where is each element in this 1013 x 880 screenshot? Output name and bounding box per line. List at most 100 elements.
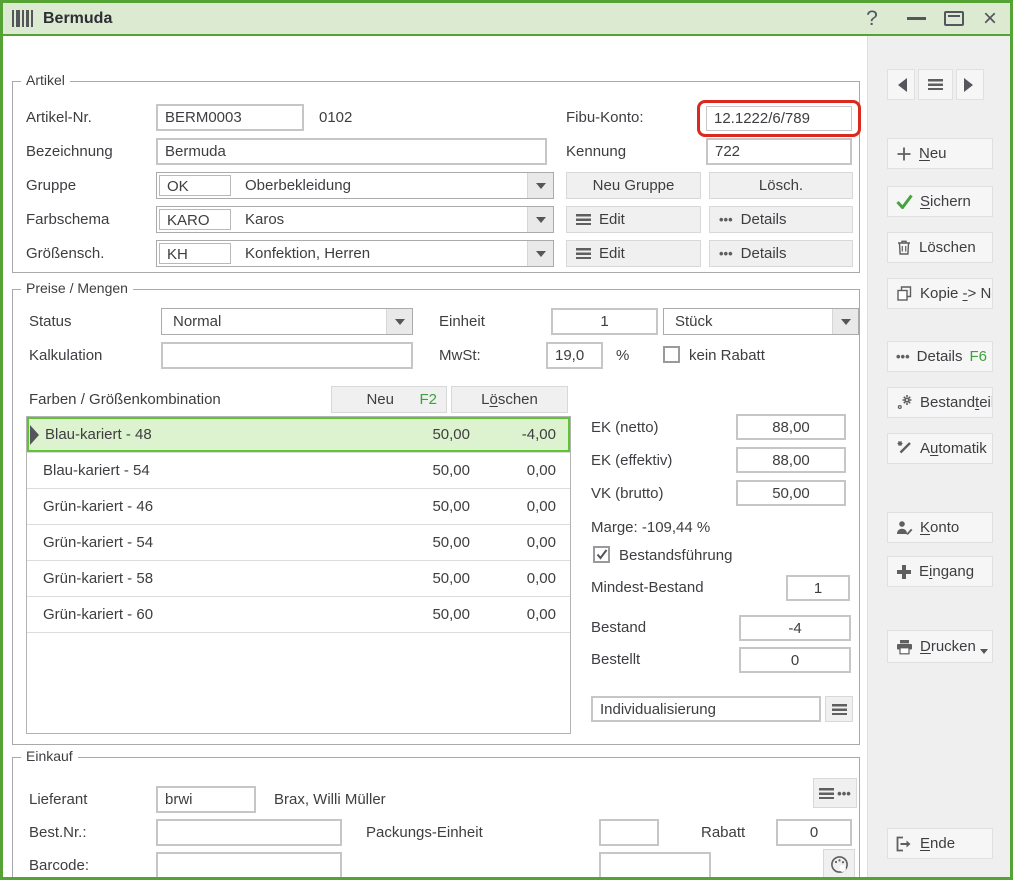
bestand-input[interactable]	[739, 615, 851, 641]
dots-icon: •••	[719, 212, 733, 227]
chevron-down-icon[interactable]	[386, 309, 412, 334]
details-farbschema-button[interactable]: •••Details	[709, 206, 853, 233]
details-groessensch-button[interactable]: •••Details	[709, 240, 853, 267]
kein-rabatt-checkbox[interactable]	[663, 346, 680, 363]
loesch-gruppe-button[interactable]: Lösch.	[709, 172, 853, 199]
bestand-label: Bestand	[591, 614, 646, 641]
exit-icon	[896, 836, 913, 852]
kombination-loeschen-button[interactable]: Löschen	[451, 386, 568, 413]
gruppe-combobox[interactable]: OK Oberbekleidung	[156, 172, 554, 199]
window-title: Bermuda	[43, 10, 112, 28]
ek-netto-input[interactable]	[736, 414, 846, 440]
einheit-unit-combobox[interactable]: Stück	[663, 308, 859, 335]
nav-list-button[interactable]	[918, 69, 953, 100]
kennung-label: Kennung	[566, 138, 626, 165]
dots-icon: •••	[837, 786, 851, 801]
farbschema-code: KARO	[159, 209, 231, 230]
details-button[interactable]: ••• Details F6	[887, 341, 993, 372]
row-price: 50,00	[390, 453, 470, 489]
bezeichnung-input[interactable]	[156, 138, 547, 165]
bestnr-input[interactable]	[156, 819, 342, 846]
menu-bars-icon	[576, 248, 591, 259]
packungs-einheit-input[interactable]	[599, 819, 659, 846]
close-icon[interactable]: ×	[973, 3, 1007, 34]
row-name: Grün-kariert - 58	[43, 561, 153, 597]
ek-effektiv-input[interactable]	[736, 447, 846, 473]
zusatz-input[interactable]	[599, 852, 711, 879]
help-button[interactable]: ?	[855, 3, 889, 34]
einheit-unit-value: Stück	[675, 313, 713, 330]
fibu-konto-input[interactable]	[706, 106, 852, 131]
kopie-neu-button[interactable]: Kopie -> Neu	[887, 278, 993, 309]
individualisierung-menu-button[interactable]	[825, 696, 853, 722]
printer-icon	[896, 639, 913, 655]
loeschen-button[interactable]: Löschen	[887, 232, 993, 263]
table-row[interactable]: Grün-kariert - 54 50,00 0,00	[27, 525, 570, 561]
farbschema-label: Farbschema	[26, 206, 109, 233]
einkauf-groupbox: Einkauf Lieferant Brax, Willi Müller •••…	[12, 757, 860, 880]
table-row[interactable]: Blau-kariert - 48 50,00 -4,00	[27, 417, 570, 453]
rabatt-input[interactable]	[776, 819, 852, 846]
row-name: Grün-kariert - 46	[43, 489, 153, 525]
groessensch-combobox[interactable]: KH Konfektion, Herren	[156, 240, 554, 267]
mindest-bestand-input[interactable]	[786, 575, 850, 601]
mwst-input[interactable]	[546, 342, 603, 369]
table-row[interactable]: Grün-kariert - 60 50,00 0,00	[27, 597, 570, 633]
sichern-button[interactable]: Sichern	[887, 186, 993, 217]
action-sidebar: Neu Sichern Löschen Kopie -> Neu ••• Det…	[867, 36, 1010, 877]
kalkulation-input[interactable]	[161, 342, 413, 369]
chevron-down-icon[interactable]	[832, 309, 858, 334]
chevron-down-icon[interactable]	[527, 173, 553, 198]
combination-table: Blau-kariert - 48 50,00 -4,00 Blau-karie…	[26, 416, 571, 734]
form-area: Artikel Artikel-Nr. 0102 Fibu-Konto: Bez…	[3, 36, 867, 877]
edit-farbschema-button[interactable]: Edit	[566, 206, 701, 233]
kombination-neu-button[interactable]: Neu F2	[331, 386, 447, 413]
bestandteile-button[interactable]: Bestandteile	[887, 387, 993, 418]
gruppe-text: Oberbekleidung	[245, 177, 351, 194]
lieferant-name: Brax, Willi Müller	[274, 786, 386, 813]
ende-button[interactable]: Ende	[887, 828, 993, 859]
neu-button[interactable]: Neu	[887, 138, 993, 169]
menu-bars-icon	[928, 79, 943, 90]
neu-gruppe-button[interactable]: Neu Gruppe	[566, 172, 701, 199]
preise-legend: Preise / Mengen	[21, 280, 133, 296]
bestandsfuehrung-checkbox[interactable]	[593, 546, 610, 563]
lieferant-input[interactable]	[156, 786, 256, 813]
table-row[interactable]: Blau-kariert - 54 50,00 0,00	[27, 453, 570, 489]
eingang-button[interactable]: Eingang	[887, 556, 993, 587]
chevron-down-icon[interactable]	[527, 207, 553, 232]
gruppe-label: Gruppe	[26, 172, 76, 199]
drucken-button[interactable]: Drucken	[887, 630, 993, 663]
status-combobox[interactable]: Normal	[161, 308, 413, 335]
magic-wand-icon	[896, 440, 913, 457]
vk-brutto-input[interactable]	[736, 480, 846, 506]
bestellt-input[interactable]	[739, 647, 851, 673]
individualisierung-input[interactable]	[591, 696, 821, 722]
edit-groessensch-button[interactable]: Edit	[566, 240, 701, 267]
einheit-input[interactable]	[551, 308, 658, 335]
palette-button[interactable]	[823, 849, 855, 879]
minimize-button[interactable]	[899, 3, 933, 34]
table-row[interactable]: Grün-kariert - 58 50,00 0,00	[27, 561, 570, 597]
artikel-nr-input[interactable]	[156, 104, 304, 131]
maximize-button[interactable]	[937, 3, 971, 34]
groessensch-text: Konfektion, Herren	[245, 245, 370, 262]
barcode-input[interactable]	[156, 852, 342, 879]
farbschema-combobox[interactable]: KARO Karos	[156, 206, 554, 233]
app-window: Bermuda ? × Artikel Artikel-Nr. 0102 Fib…	[0, 0, 1013, 880]
lieferant-menu-button[interactable]: •••	[813, 778, 857, 808]
nav-next-button[interactable]	[956, 69, 984, 100]
chevron-down-icon[interactable]	[527, 241, 553, 266]
groessensch-label: Größensch.	[26, 240, 104, 267]
table-row[interactable]: Grün-kariert - 46 50,00 0,00	[27, 489, 570, 525]
barcode-icon	[12, 10, 33, 27]
nav-previous-button[interactable]	[887, 69, 915, 100]
checkmark-icon	[596, 549, 608, 560]
row-name: Grün-kariert - 54	[43, 525, 153, 561]
percent-label: %	[616, 342, 629, 369]
konto-button[interactable]: Konto	[887, 512, 993, 543]
kennung-input[interactable]	[706, 138, 852, 165]
dots-icon: •••	[896, 349, 910, 364]
row-quantity: 0,00	[476, 561, 556, 597]
automatik-button[interactable]: Automatik	[887, 433, 993, 464]
